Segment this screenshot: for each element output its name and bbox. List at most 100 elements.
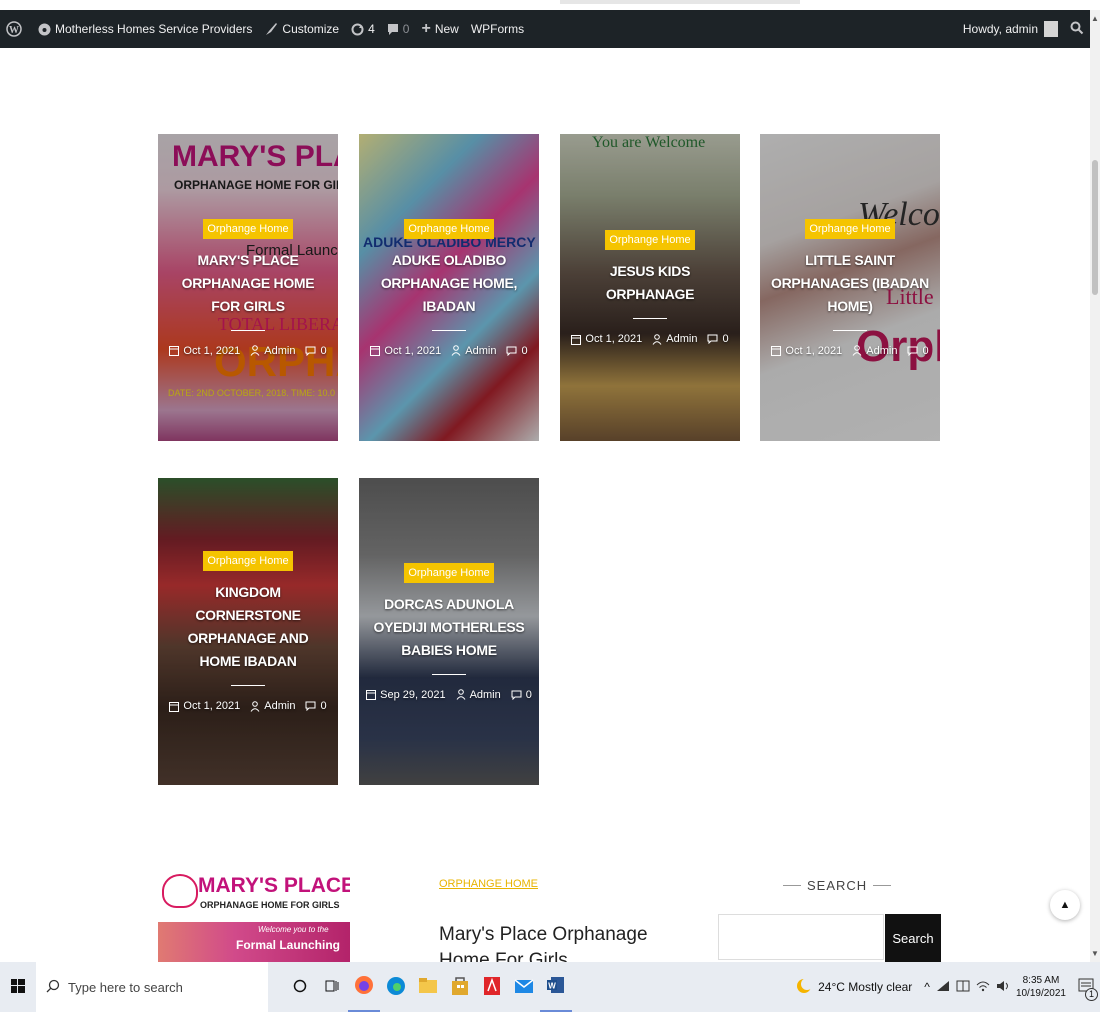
start-button[interactable] — [0, 962, 36, 1012]
file-explorer-taskbar-app[interactable] — [412, 962, 444, 1012]
language-icon[interactable] — [956, 980, 970, 995]
network-icon[interactable] — [936, 980, 950, 995]
card-content: Orphange Home DORCAS ADUNOLA OYEDIJI MOT… — [359, 478, 539, 785]
scroll-down-arrow-icon[interactable]: ▼ — [1091, 949, 1099, 958]
post-comments[interactable]: 0 — [722, 333, 728, 345]
search-input[interactable] — [718, 914, 884, 960]
post-comments[interactable]: 0 — [526, 689, 532, 701]
category-badge[interactable]: Orphange Home — [203, 218, 293, 239]
post-comments[interactable]: 0 — [521, 345, 527, 357]
weather-text[interactable]: 24°C Mostly clear — [818, 980, 912, 994]
card-separator — [231, 685, 265, 686]
card-separator — [432, 329, 466, 331]
post-author[interactable]: Admin — [264, 345, 295, 357]
calendar-icon — [169, 701, 180, 712]
word-taskbar-app[interactable]: W — [540, 962, 572, 1012]
comment-icon — [305, 346, 316, 356]
edge-taskbar-app[interactable] — [380, 962, 412, 1012]
post-date[interactable]: Oct 1, 2021 — [585, 333, 642, 345]
volume-icon[interactable] — [996, 980, 1010, 995]
firefox-taskbar-app[interactable] — [348, 962, 380, 1012]
search-button[interactable]: Search — [885, 914, 941, 962]
updates-link[interactable]: 4 — [345, 10, 381, 48]
card-meta: Oct 1, 2021 Admin 0 — [169, 345, 327, 357]
post-date[interactable]: Oct 1, 2021 — [183, 700, 240, 712]
post-comments[interactable]: 0 — [320, 700, 326, 712]
category-badge[interactable]: Orphange Home — [404, 562, 494, 583]
calendar-icon — [771, 345, 782, 356]
post-comments[interactable]: 0 — [922, 345, 928, 357]
post-card-dorcas-adunola[interactable]: Orphange Home DORCAS ADUNOLA OYEDIJI MOT… — [359, 478, 539, 785]
post-date[interactable]: Oct 1, 2021 — [785, 345, 842, 357]
notification-center[interactable]: 1 — [1078, 978, 1098, 1001]
category-badge[interactable]: Orphange Home — [203, 551, 293, 571]
post-card-kingdom-cornerstone[interactable]: Orphange Home KINGDOM CORNERSTONE ORPHAN… — [158, 478, 338, 785]
post-author[interactable]: Admin — [866, 345, 897, 357]
acrobat-taskbar-app[interactable] — [476, 962, 508, 1012]
card-title[interactable]: LITTLE SAINT ORPHANAGES (IBADAN HOME) — [760, 249, 940, 318]
post-author[interactable]: Admin — [666, 333, 697, 345]
search-heading-label: SEARCH — [807, 878, 868, 893]
post-author[interactable]: Admin — [470, 689, 501, 701]
category-badge[interactable]: Orphange Home — [805, 218, 895, 239]
category-badge[interactable]: Orphange Home — [404, 218, 494, 239]
customize-link[interactable]: Customize — [258, 10, 345, 48]
card-title[interactable]: ADUKE OLADIBO ORPHANAGE HOME, IBADAN — [359, 249, 539, 318]
account-menu[interactable]: Howdy, admin — [957, 10, 1064, 48]
horizontal-scroll-thumb[interactable] — [560, 0, 800, 4]
card-separator — [633, 318, 667, 319]
admin-search[interactable] — [1064, 10, 1090, 48]
footer-logo[interactable]: MARY'S PLACE ORPHANAGE HOME FOR GIRLS We… — [158, 872, 350, 962]
wordpress-logo-icon: W — [6, 21, 22, 37]
card-title[interactable]: KINGDOM CORNERSTONE ORPHANAGE AND HOME I… — [158, 581, 338, 673]
new-content-menu[interactable]: + New — [415, 10, 464, 48]
wifi-icon[interactable] — [976, 980, 990, 995]
category-badge[interactable]: Orphange Home — [605, 230, 695, 250]
post-author[interactable]: Admin — [465, 345, 496, 357]
post-author[interactable]: Admin — [264, 700, 295, 712]
clock-time: 8:35 AM — [1022, 975, 1060, 986]
comment-icon — [305, 701, 316, 711]
cortana-button[interactable] — [284, 962, 316, 1012]
card-content: Orphange Home JESUS KIDS ORPHANAGE Oct 1… — [560, 134, 740, 441]
notification-badge: 1 — [1085, 987, 1098, 1001]
store-taskbar-app[interactable] — [444, 962, 476, 1012]
page-scrollbar[interactable]: ▲ ▼ — [1090, 10, 1100, 962]
post-card-marys-place[interactable]: MARY'S PLAC ORPHANAGE HOME FOR GIR Forma… — [158, 134, 338, 441]
back-to-top-button[interactable]: ▲ — [1050, 890, 1080, 920]
post-card-jesus-kids[interactable]: You are Welcome Orphange Home JESUS KIDS… — [560, 134, 740, 441]
comments-link[interactable]: 0 — [381, 10, 416, 48]
plus-icon: + — [421, 20, 431, 37]
footer-post-category[interactable]: ORPHANGE HOME — [439, 878, 538, 890]
wp-logo-menu[interactable]: W — [0, 10, 32, 48]
weather-moon-icon — [796, 977, 814, 997]
wpforms-menu[interactable]: WPForms — [465, 10, 530, 48]
logo-subtitle: ORPHANAGE HOME FOR GIRLS — [200, 900, 340, 910]
card-content: Orphange Home LITTLE SAINT ORPHANAGES (I… — [760, 134, 940, 441]
post-date[interactable]: Oct 1, 2021 — [183, 345, 240, 357]
task-view-icon — [325, 979, 339, 996]
post-card-aduke-oladibo[interactable]: ADUKE OLADIBO MERCY Orphange Home ADUKE … — [359, 134, 539, 441]
scroll-thumb[interactable] — [1092, 160, 1098, 295]
post-date[interactable]: Sep 29, 2021 — [380, 689, 445, 701]
card-title[interactable]: MARY'S PLACE ORPHANAGE HOME FOR GIRLS — [158, 249, 338, 318]
card-separator — [833, 329, 867, 331]
clock[interactable]: 8:35 AM 10/19/2021 — [1016, 974, 1066, 1000]
card-separator — [231, 329, 265, 331]
post-comments[interactable]: 0 — [320, 345, 326, 357]
scroll-up-arrow-icon[interactable]: ▲ — [1091, 14, 1099, 23]
windows-logo-icon — [11, 978, 25, 996]
calendar-icon — [571, 334, 582, 345]
mail-taskbar-app[interactable] — [508, 962, 540, 1012]
post-card-little-saint[interactable]: Welcom Little Orph Orphange Home LITTLE … — [760, 134, 940, 441]
user-icon — [456, 689, 466, 700]
task-view-button[interactable] — [316, 962, 348, 1012]
card-title[interactable]: JESUS KIDS ORPHANAGE — [560, 260, 740, 306]
chevron-up-icon[interactable]: ^ — [924, 980, 930, 994]
search-icon — [1070, 21, 1084, 38]
logo-welcome: Welcome you to the — [258, 925, 329, 934]
post-date[interactable]: Oct 1, 2021 — [384, 345, 441, 357]
card-title[interactable]: DORCAS ADUNOLA OYEDIJI MOTHERLESS BABIES… — [359, 593, 539, 662]
site-name-menu[interactable]: Motherless Homes Service Providers — [32, 10, 258, 48]
taskbar-search[interactable]: Type here to search — [36, 962, 268, 1012]
